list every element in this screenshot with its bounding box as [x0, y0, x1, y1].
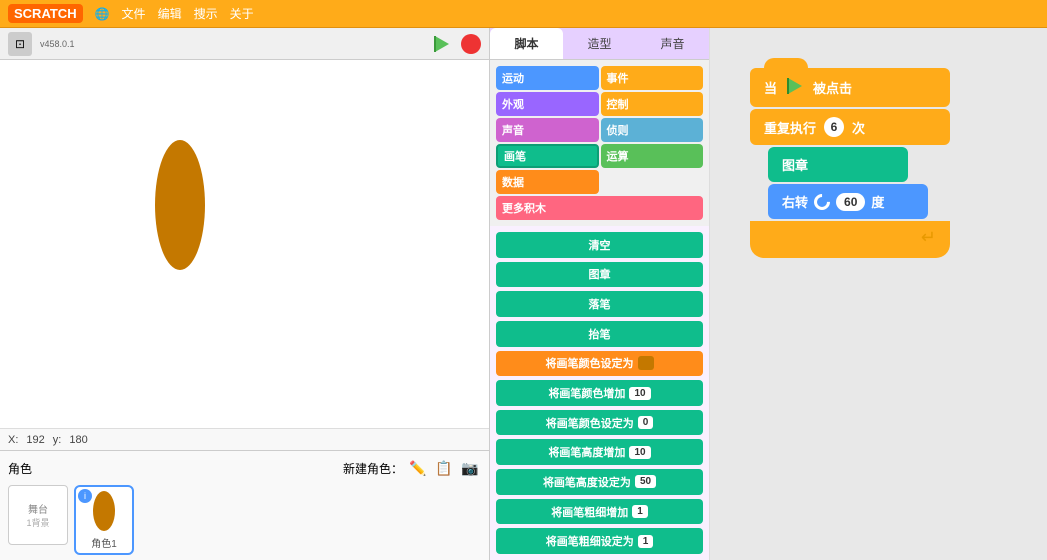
stage-area: ⊡ v458.0.1 X: 192 y: 180 角色	[0, 28, 490, 560]
cat-more[interactable]: 更多积木	[496, 196, 703, 220]
blocks-panel: 脚本 造型 声音 运动 事件 外观 控制 声音 侦则 画笔 运算 数据 更多积木…	[490, 28, 710, 560]
sprites-header: 角色 新建角色： ✏️ 📋 📷	[4, 455, 485, 481]
x-label: X:	[8, 434, 18, 446]
block-pendown[interactable]: 落笔	[496, 291, 703, 317]
block-clear[interactable]: 清空	[496, 232, 703, 258]
script-stack: 当 被点击 重复执行 6 次 图	[750, 68, 950, 258]
x-value: 192	[26, 434, 44, 446]
turn-block[interactable]: 右转 60 度	[768, 184, 928, 219]
turn-rotate-icon	[811, 190, 834, 213]
stage-canvas	[0, 60, 489, 428]
toolbar: SCRATCH 🌐 文件 编辑 捜示 关于	[0, 0, 1047, 28]
cat-sensing[interactable]: 侦则	[601, 118, 704, 142]
repeat-end-block: ↵	[750, 221, 950, 258]
paint-sprite-button[interactable]: ✏️	[407, 457, 429, 479]
cat-operator[interactable]: 运算	[601, 144, 704, 168]
sprite-name: 角色1	[91, 535, 117, 550]
menu-globe[interactable]: 🌐	[95, 7, 110, 21]
hat-flag-icon	[785, 76, 805, 99]
turn-number: 60	[836, 193, 865, 211]
cat-motion[interactable]: 运动	[496, 66, 599, 90]
tab-costumes[interactable]: 造型	[563, 28, 636, 59]
cat-event[interactable]: 事件	[601, 66, 704, 90]
blocks-list: 清空 图章 落笔 抬笔 将画笔颜色设定为 将画笔颜色增加 10 将画笔颜色设定为…	[490, 226, 709, 560]
categories-grid: 运动 事件 外观 控制 声音 侦则 画笔 运算 数据 更多积木	[490, 60, 709, 226]
block-change-pen-color[interactable]: 将画笔颜色增加 10	[496, 380, 703, 406]
stage-label: 舞台	[28, 501, 48, 516]
sprites-label: 角色	[8, 460, 32, 477]
version-label: v458.0.1	[40, 39, 75, 49]
cat-sound[interactable]: 声音	[496, 118, 599, 142]
cat-pen[interactable]: 画笔	[496, 144, 599, 168]
repeat-number: 6	[824, 117, 844, 137]
block-change-pen-shade[interactable]: 将画笔高度增加 10	[496, 439, 703, 465]
hat-clicked-label: 被点击	[813, 78, 852, 97]
expand-button[interactable]: ⊡	[8, 32, 32, 56]
sprite-mini-oval	[93, 491, 115, 531]
green-flag-button[interactable]	[429, 32, 453, 56]
sprites-panel: 角色 新建角色： ✏️ 📋 📷 舞台 1背景 i 角色1	[0, 450, 489, 560]
repeat-block[interactable]: 重复执行 6 次	[750, 109, 950, 145]
tab-scripts[interactable]: 脚本	[490, 28, 563, 59]
stamp-label: 图章	[782, 155, 808, 174]
upload-sprite-button[interactable]: 📷	[459, 457, 481, 479]
menu-edit[interactable]: 编辑	[158, 5, 182, 22]
block-change-pen-size[interactable]: 将画笔粗细增加 1	[496, 499, 703, 525]
tabs-row: 脚本 造型 声音	[490, 28, 709, 60]
sprite-thumbnail[interactable]: i 角色1	[74, 485, 134, 555]
repeat-label: 重复执行	[764, 118, 816, 137]
cat-data[interactable]: 数据	[496, 170, 599, 194]
tab-sounds[interactable]: 声音	[636, 28, 709, 59]
sprites-list: 舞台 1背景 i 角色1	[4, 481, 485, 559]
stamp-block[interactable]: 图章	[768, 147, 908, 182]
menu-about[interactable]: 关于	[230, 5, 254, 22]
scratch-logo: SCRATCH	[8, 4, 83, 23]
stage-thumbnail[interactable]: 舞台 1背景	[8, 485, 68, 545]
block-set-pen-color[interactable]: 将画笔颜色设定为	[496, 351, 703, 377]
y-label: y:	[53, 434, 62, 446]
block-set-pen-size[interactable]: 将画笔粗细设定为 1	[496, 528, 703, 554]
cat-control[interactable]: 控制	[601, 92, 704, 116]
info-badge[interactable]: i	[78, 489, 92, 503]
stamp-sprite-button[interactable]: 📋	[433, 457, 455, 479]
repeat-arrow: ↵	[921, 227, 936, 248]
hat-block[interactable]: 当 被点击	[750, 68, 950, 107]
hat-when-label: 当	[764, 78, 777, 97]
stage-sub: 1背景	[26, 516, 49, 529]
script-workspace: 当 被点击 重复执行 6 次 图	[750, 68, 950, 258]
stage-controls: ⊡ v458.0.1	[0, 28, 489, 60]
y-value: 180	[69, 434, 87, 446]
stop-button[interactable]	[461, 34, 481, 54]
block-set-pen-shade[interactable]: 将画笔高度设定为 50	[496, 469, 703, 495]
cat-looks[interactable]: 外观	[496, 92, 599, 116]
turn-label: 右转	[782, 192, 808, 211]
coords-bar: X: 192 y: 180	[0, 428, 489, 450]
main-layout: ⊡ v458.0.1 X: 192 y: 180 角色	[0, 28, 1047, 560]
menu-file[interactable]: 文件	[122, 5, 146, 22]
block-stamp[interactable]: 图章	[496, 262, 703, 288]
scripts-panel: 当 被点击 重复执行 6 次 图	[710, 28, 1047, 560]
sprite-oval-shape	[155, 140, 205, 270]
block-set-pen-color-num[interactable]: 将画笔颜色设定为 0	[496, 410, 703, 436]
turn-suffix: 度	[871, 192, 884, 211]
new-sprite-label: 新建角色：	[343, 460, 403, 477]
block-penup[interactable]: 抬笔	[496, 321, 703, 347]
menu-tips[interactable]: 捜示	[194, 5, 218, 22]
new-sprite-controls: 新建角色： ✏️ 📋 📷	[343, 457, 481, 479]
repeat-suffix: 次	[852, 118, 865, 137]
